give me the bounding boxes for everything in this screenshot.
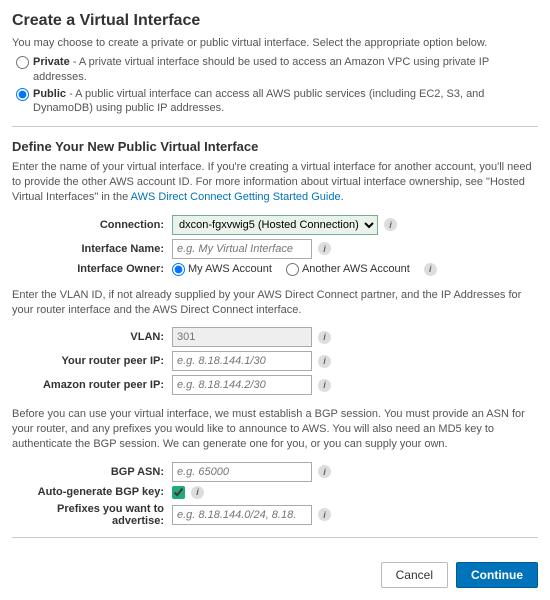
auto-key-label: Auto-generate BGP key: (12, 486, 172, 498)
type-public-desc: - A public virtual interface can access … (33, 88, 484, 115)
define-desc: Enter the name of your virtual interface… (12, 160, 538, 205)
owner-label: Interface Owner: (12, 263, 172, 275)
type-private-desc: - A private virtual interface should be … (33, 56, 489, 83)
owner-other-radio[interactable] (286, 263, 299, 276)
type-public-row[interactable]: Public - A public virtual interface can … (16, 87, 538, 117)
type-private-row[interactable]: Private - A private virtual interface sh… (16, 55, 538, 85)
connection-select[interactable]: dxcon-fgxvwig5 (Hosted Connection) (172, 215, 378, 235)
info-icon[interactable]: i (318, 242, 331, 255)
info-icon[interactable]: i (318, 379, 331, 392)
interface-name-label: Interface Name: (12, 243, 172, 255)
auto-key-checkbox[interactable] (172, 486, 185, 499)
vlan-desc: Enter the VLAN ID, if not already suppli… (12, 288, 538, 318)
amazon-peer-label: Amazon router peer IP: (12, 379, 172, 391)
your-peer-label: Your router peer IP: (12, 355, 172, 367)
type-public-radio[interactable] (16, 88, 29, 101)
connection-label: Connection: (12, 219, 172, 231)
type-public-label: Public (33, 88, 66, 100)
vlan-label: VLAN: (12, 331, 172, 343)
bgp-asn-input[interactable] (172, 462, 312, 482)
info-icon[interactable]: i (318, 508, 331, 521)
page-title: Create a Virtual Interface (12, 12, 538, 30)
info-icon[interactable]: i (424, 263, 437, 276)
divider (12, 126, 538, 127)
prefixes-label: Prefixes you want to advertise: (12, 503, 172, 527)
owner-other-option[interactable]: Another AWS Account (286, 263, 410, 276)
getting-started-link[interactable]: AWS Direct Connect Getting Started Guide (131, 191, 341, 203)
type-private-label: Private (33, 56, 70, 68)
bgp-asn-label: BGP ASN: (12, 466, 172, 478)
prefixes-input[interactable] (172, 505, 312, 525)
vlan-input (172, 327, 312, 347)
divider (12, 537, 538, 538)
owner-my-radio[interactable] (172, 263, 185, 276)
owner-my-option[interactable]: My AWS Account (172, 263, 272, 276)
define-heading: Define Your New Public Virtual Interface (12, 139, 538, 154)
bgp-desc: Before you can use your virtual interfac… (12, 407, 538, 452)
info-icon[interactable]: i (191, 486, 204, 499)
info-icon[interactable]: i (318, 331, 331, 344)
interface-name-input[interactable] (172, 239, 312, 259)
continue-button[interactable]: Continue (456, 562, 538, 588)
your-peer-input[interactable] (172, 351, 312, 371)
intro-text: You may choose to create a private or pu… (12, 36, 538, 51)
cancel-button[interactable]: Cancel (381, 562, 448, 588)
info-icon[interactable]: i (318, 355, 331, 368)
type-private-radio[interactable] (16, 56, 29, 69)
info-icon[interactable]: i (318, 465, 331, 478)
amazon-peer-input[interactable] (172, 375, 312, 395)
info-icon[interactable]: i (384, 218, 397, 231)
